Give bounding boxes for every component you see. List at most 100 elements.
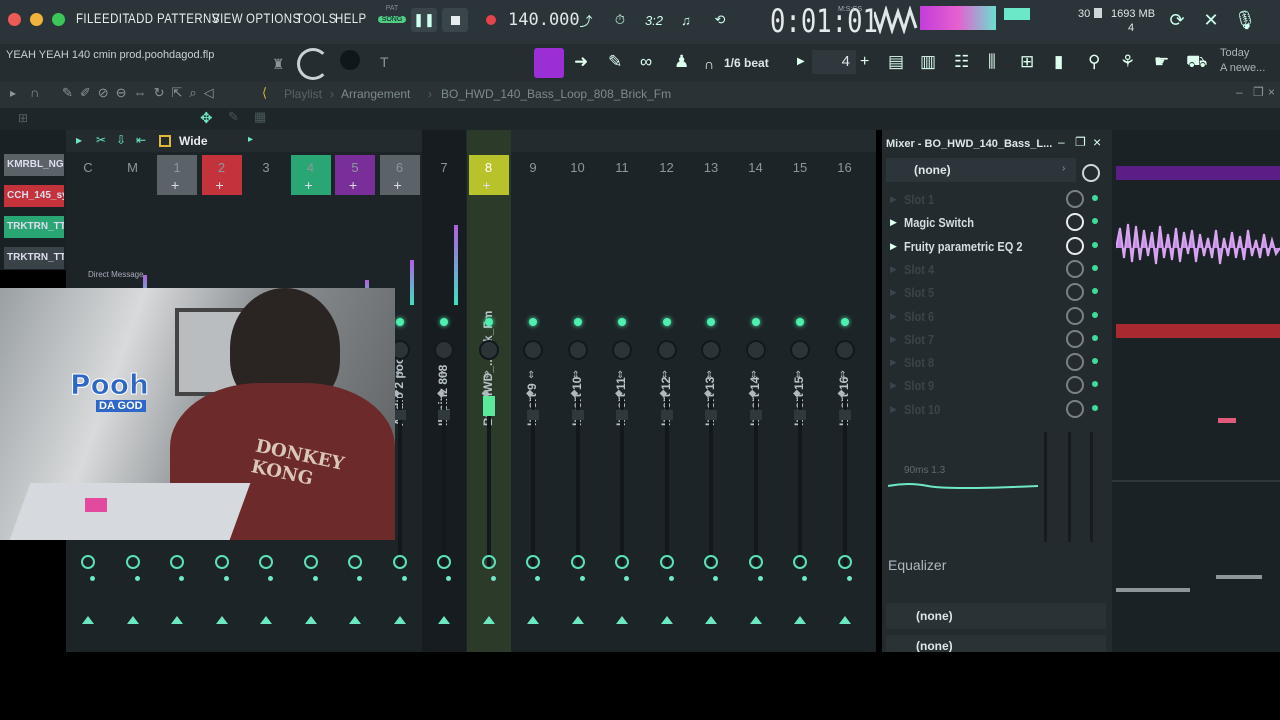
menu-add[interactable]: ADD [128,10,153,26]
input-selector[interactable]: (none) › [886,158,1076,182]
effect-slot[interactable]: Slot 10 [904,402,1049,417]
volume-fader[interactable] [709,398,713,568]
breadcrumb-playlist[interactable]: Playlist [284,87,322,101]
send-knob[interactable] [570,555,585,569]
stereo-icon[interactable]: ⇕ [616,370,624,381]
effect-slot[interactable]: Slot 7 [904,332,1049,347]
arrow-left-icon[interactable]: ▸ [10,86,16,100]
effect-slot[interactable]: Slot 8 [904,355,1049,370]
volume-fader[interactable] [753,398,758,568]
browser-icon[interactable]: ⊞ [1020,52,1034,72]
fader-handle[interactable] [393,410,406,420]
shop-icon[interactable]: ⛟ [1186,52,1207,74]
add-icon[interactable]: + [305,177,313,193]
tools-icon[interactable]: ✕ [1198,8,1224,32]
volume-fader[interactable] [442,398,446,568]
effect-slot[interactable]: Slot 9 [904,378,1049,393]
stereo-icon[interactable]: ⇕ [572,370,580,381]
volume-fader[interactable] [798,398,802,568]
slot-expand-icon[interactable]: ▶ [890,241,897,252]
slot-expand-icon[interactable]: ▶ [890,334,897,345]
slot-mix-knob[interactable] [1066,213,1084,232]
stereo-icon[interactable]: ⇕ [483,370,491,381]
pan-knob[interactable] [478,340,499,360]
mixer-strip[interactable]: 15Insert 15⇕◆ [778,130,822,652]
slot-mix-knob[interactable] [1066,283,1084,302]
mixer-strip[interactable]: 10Insert 10⇕◆ [556,130,600,652]
route-arrow-icon[interactable] [438,616,450,624]
route-arrow-icon[interactable] [349,616,361,624]
slot-mix-knob[interactable] [1066,329,1084,348]
master-volume-knob[interactable] [297,48,329,80]
send-knob[interactable] [526,555,540,569]
refresh-icon[interactable]: ⟳ [1164,8,1190,32]
channel-button[interactable]: TRKTRN_TT5 [4,216,64,238]
magnet-icon[interactable]: ∩ [704,56,714,72]
stop-button[interactable] [442,8,468,32]
send-knob[interactable] [481,555,496,569]
pan-knob[interactable] [745,340,766,360]
breadcrumb-pattern[interactable]: BO_HWD_140_Bass_Loop_808_Brick_Fm [441,87,671,101]
menu-options[interactable]: OPTIONS [246,10,301,26]
slot-enable-led[interactable] [1092,288,1098,295]
add-icon[interactable]: + [349,177,357,193]
route-arrow-icon[interactable] [215,616,228,624]
mixer-strip[interactable]: 14Insert 14⇕◆ [734,130,778,652]
restore-icon[interactable]: ❐ [1075,135,1086,149]
send-knob[interactable] [659,555,674,569]
eq-fader[interactable] [1090,432,1093,542]
route-arrow-icon[interactable] [571,616,584,624]
stereo-icon[interactable]: ⇕ [661,370,669,381]
menu-help[interactable]: HELP [335,10,367,26]
restore-icon[interactable]: ❐ [1253,85,1264,99]
menu-patterns[interactable]: PATTERNS [157,10,220,26]
slot-mix-knob[interactable] [1066,236,1084,255]
note-clip[interactable] [1218,418,1236,423]
stereo-icon[interactable]: ⇕ [438,370,446,381]
slot-enable-led[interactable] [1092,264,1098,271]
piano-roll-button[interactable] [534,48,564,78]
fader-handle[interactable] [438,410,450,420]
slot-expand-icon[interactable]: ▶ [890,311,897,322]
slot-mix-knob[interactable] [1066,353,1084,372]
slot-expand-icon[interactable]: ▶ [890,287,897,298]
slot-expand-icon[interactable]: ▶ [890,404,897,415]
send-knob[interactable] [303,555,318,569]
arrow-right-icon[interactable]: ➜ [574,52,588,72]
route-arrow-icon[interactable] [260,616,272,624]
send-knob[interactable] [392,555,407,569]
route-arrow-icon[interactable] [482,616,495,624]
channel-button[interactable]: TRKTRN_TTi [4,247,64,269]
slot-enable-led[interactable] [1092,334,1098,341]
mute-led[interactable] [529,318,537,326]
close-icon[interactable]: × [1093,134,1101,150]
slot-mix-knob[interactable] [1066,259,1084,278]
stamp-icon[interactable]: ♟ [674,52,689,72]
pan-knob[interactable] [656,340,677,360]
mixer-strip[interactable]: 11Insert 11⇕◆ [600,130,644,652]
link-icon[interactable]: ∞ [640,52,652,72]
mute-led[interactable] [573,318,582,326]
channel-button[interactable]: CCH_145_sy [4,185,64,207]
file-icon[interactable]: ▮ [1054,52,1063,72]
mute-led[interactable] [662,318,671,326]
pause-button[interactable]: ❚❚ [411,8,437,32]
pan-knob[interactable] [612,340,632,360]
effect-slot[interactable]: Slot 6 [904,309,1049,324]
eq-fader[interactable] [1044,432,1047,542]
minimize-window-icon[interactable] [30,13,43,26]
fader-handle[interactable] [705,410,717,420]
stereo-icon[interactable]: ⇕ [527,370,535,381]
mute-led[interactable] [484,318,493,326]
send-knob[interactable] [81,555,95,569]
add-icon[interactable]: + [394,177,402,193]
volume-icon[interactable]: ♜ [272,56,285,73]
effect-slot[interactable]: Slot 5 [904,285,1049,300]
menu-edit[interactable]: EDIT [102,10,130,26]
menu-file[interactable]: FILE [76,10,102,26]
plugin-icon[interactable]: ⚲ [1088,52,1100,72]
move-icon[interactable]: ✥ [200,109,213,127]
slot-expand-icon[interactable]: ▶ [890,194,897,205]
slot-enable-led[interactable] [1092,195,1098,201]
stereo-icon[interactable]: ⇕ [794,370,802,381]
